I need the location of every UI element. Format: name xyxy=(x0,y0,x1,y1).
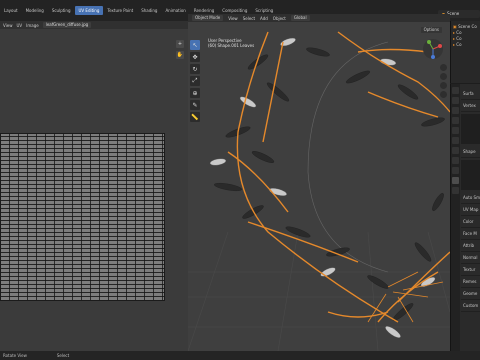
properties-editor: Surfa Vertex Shape Auto Sm UV Map Color … xyxy=(450,84,480,351)
panel-uv-maps[interactable]: UV Map xyxy=(461,204,480,216)
output-icon[interactable] xyxy=(452,107,459,114)
panel-remesh[interactable]: Remes xyxy=(461,276,480,288)
vertex-groups-list[interactable] xyxy=(461,114,480,144)
panel-normals[interactable]: Normal xyxy=(461,252,480,264)
viewport-toolbar: ↖ ✥ ↻ ⤢ ⊕ ✎ 📏 xyxy=(190,40,201,124)
properties-panel: Surfa Vertex Shape Auto Sm UV Map Color … xyxy=(461,88,480,312)
tool-icon[interactable] xyxy=(452,87,459,94)
uv-navigation-tools: + ✋ xyxy=(176,40,186,62)
uv-layout-grid[interactable] xyxy=(0,133,165,301)
tab-uv-editing[interactable]: UV Editing xyxy=(74,6,104,15)
move-icon[interactable]: ✥ xyxy=(190,52,200,62)
pan-icon[interactable] xyxy=(440,73,447,80)
camera-icon[interactable] xyxy=(440,82,447,89)
tab-animation[interactable]: Animation xyxy=(161,6,189,15)
wreath-mesh xyxy=(188,31,450,351)
uv-editor-header: View UV Image leafGreen_diffuse.jpg xyxy=(0,21,188,29)
tab-layout[interactable]: Layout xyxy=(0,6,22,15)
panel-face-maps[interactable]: Face M xyxy=(461,228,480,240)
panel-texture-space[interactable]: Textur xyxy=(461,264,480,276)
viewport-menu-select[interactable]: Select xyxy=(243,16,255,21)
particles-icon[interactable] xyxy=(452,157,459,164)
mesh-data-icon[interactable] xyxy=(452,177,459,184)
3d-viewport[interactable]: User Perspective (60) Shape.001 Leaves ↖… xyxy=(188,22,450,351)
material-icon[interactable] xyxy=(452,187,459,194)
status-hint-right: Select xyxy=(56,353,70,358)
options-button[interactable]: Options xyxy=(420,27,442,33)
mode-selector[interactable]: Object Mode xyxy=(192,15,224,21)
outliner: ▣ Scene Co ▸ Co ▸ Co ▸ Co xyxy=(450,21,480,83)
grid-icon[interactable] xyxy=(440,91,447,98)
uv-menu-image[interactable]: Image xyxy=(26,23,39,28)
viewport-nav-buttons xyxy=(440,64,448,100)
active-object-label: (60) Shape.001 Leaves xyxy=(208,43,255,48)
uv-editor[interactable] xyxy=(0,29,188,351)
physics-icon[interactable] xyxy=(452,167,459,174)
properties-tabs xyxy=(451,84,460,351)
panel-surface[interactable]: Surfa xyxy=(461,88,480,100)
viewport-menu-object[interactable]: Object xyxy=(273,16,286,21)
status-hint-left: Rotate View xyxy=(3,353,27,358)
image-name-field[interactable]: leafGreen_diffuse.jpg xyxy=(42,22,92,28)
auto-smooth-toggle[interactable]: Auto Sm xyxy=(461,192,480,204)
rotate-icon[interactable]: ↻ xyxy=(190,64,200,74)
tab-sculpting[interactable]: Sculpting xyxy=(48,6,75,15)
cursor-icon[interactable]: ↖ xyxy=(190,40,200,50)
tab-modeling[interactable]: Modeling xyxy=(22,6,48,15)
panel-color-attributes[interactable]: Color xyxy=(461,216,480,228)
panel-attributes[interactable]: Attrib xyxy=(461,240,480,252)
outliner-row[interactable]: ▸ Co xyxy=(453,42,478,48)
zoom-icon[interactable] xyxy=(440,64,447,71)
world-icon[interactable] xyxy=(452,127,459,134)
panel-shape-keys[interactable]: Shape xyxy=(461,146,480,158)
measure-icon[interactable]: 📏 xyxy=(190,112,200,122)
transform-icon[interactable]: ⊕ xyxy=(190,88,200,98)
uv-menu-uv[interactable]: UV xyxy=(17,23,23,28)
annotate-icon[interactable]: ✎ xyxy=(190,100,200,110)
panel-custom-properties[interactable]: Custom xyxy=(461,300,480,312)
tab-texture-paint[interactable]: Texture Paint xyxy=(103,6,137,15)
viewport-menu-view[interactable]: View xyxy=(228,16,238,21)
panel-vertex-groups[interactable]: Vertex xyxy=(461,100,480,112)
viewport-info: User Perspective (60) Shape.001 Leaves xyxy=(208,38,254,48)
viewport-header: Object Mode View Select Add Object Globa… xyxy=(188,14,450,22)
viewport-menu-add[interactable]: Add xyxy=(260,16,268,21)
shape-keys-list[interactable] xyxy=(461,160,480,190)
navigation-gizmo-icon[interactable] xyxy=(422,38,444,60)
modifier-icon[interactable] xyxy=(452,147,459,154)
pan-icon[interactable]: ✋ xyxy=(176,51,184,59)
tab-shading[interactable]: Shading xyxy=(137,6,161,15)
status-bar: Rotate View Select xyxy=(0,351,480,360)
panel-geometry-data[interactable]: Geome xyxy=(461,288,480,300)
render-icon[interactable] xyxy=(452,97,459,104)
zoom-icon[interactable]: + xyxy=(176,40,184,48)
uv-menu-view[interactable]: View xyxy=(3,23,13,28)
scene-icon[interactable] xyxy=(452,117,459,124)
orientation-selector[interactable]: Global xyxy=(290,15,310,21)
object-icon[interactable] xyxy=(452,137,459,144)
scale-icon[interactable]: ⤢ xyxy=(190,76,200,86)
